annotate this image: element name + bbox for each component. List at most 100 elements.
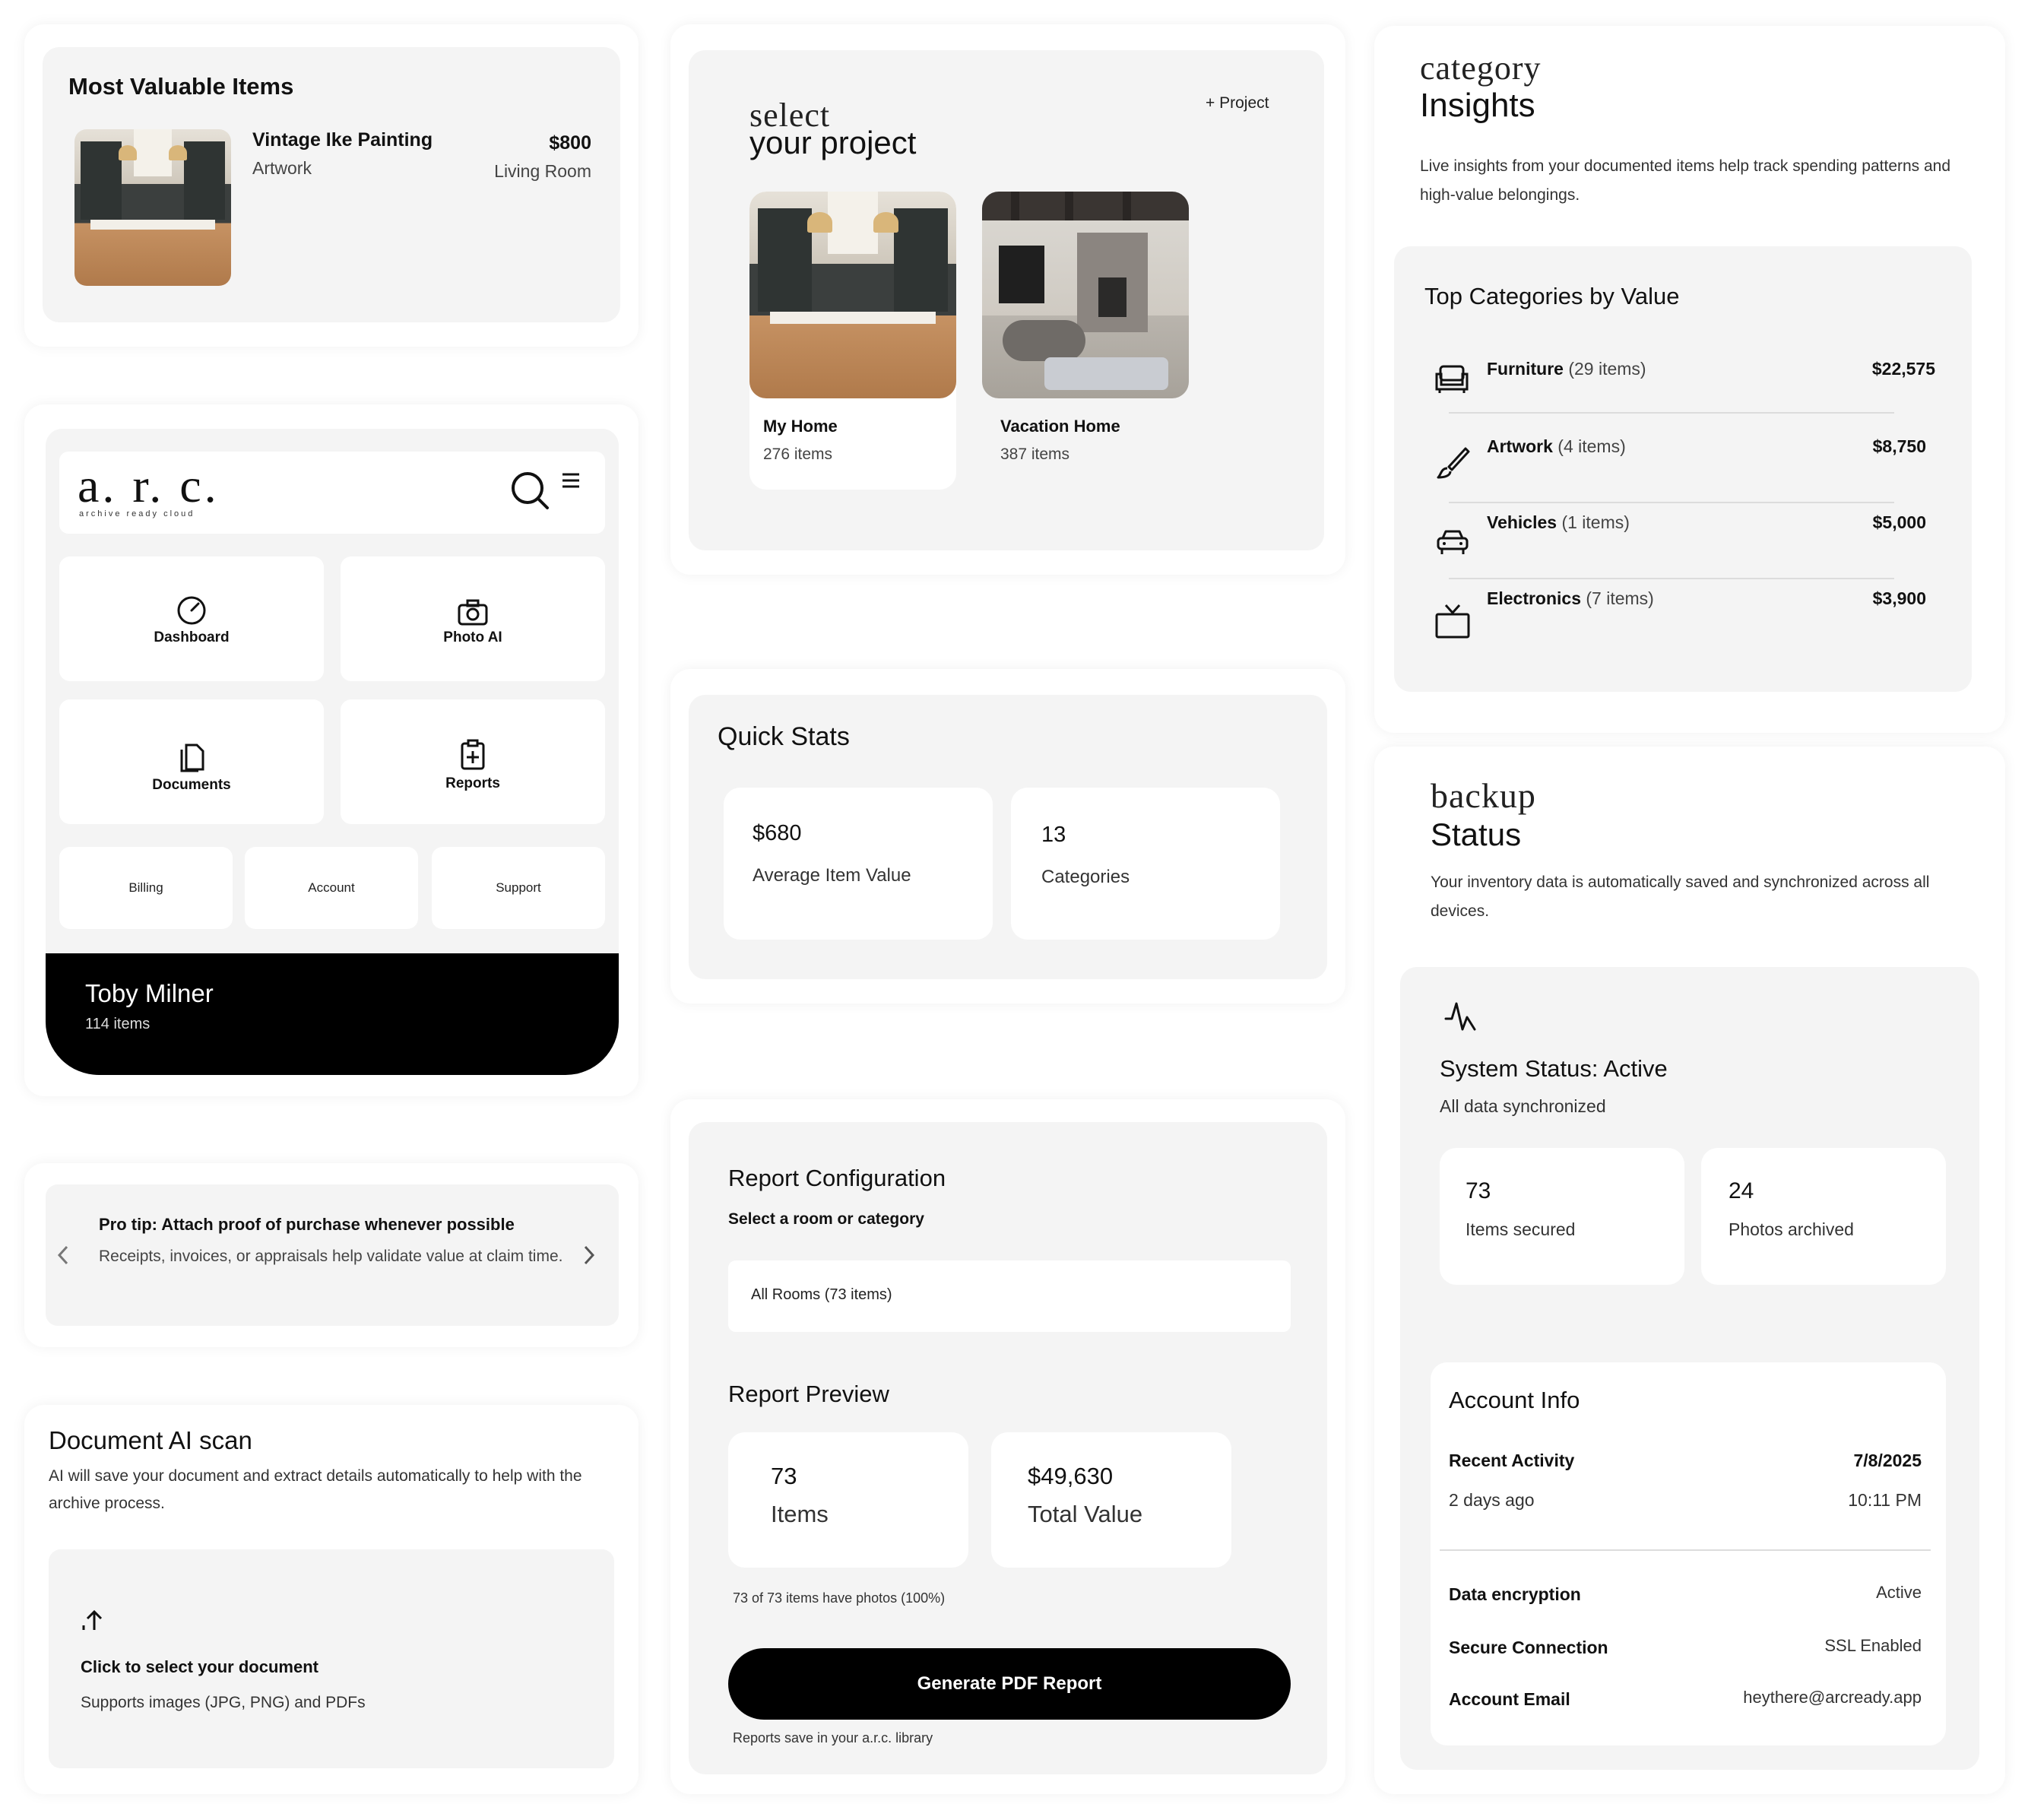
system-status-card: System Status: Active All data synchroni… [1400, 967, 1979, 1770]
preview-card-total: $49,630 Total Value [991, 1432, 1231, 1568]
car-icon [1437, 530, 1469, 554]
room-select-value: All Rooms (73 items) [751, 1286, 892, 1303]
chevron-right-icon[interactable] [582, 1244, 596, 1267]
user-name: Toby Milner [85, 979, 214, 1007]
menu-icon[interactable] [561, 471, 581, 491]
category-name: Furniture [1487, 359, 1564, 379]
upload-icon [82, 1609, 103, 1630]
chevron-left-icon[interactable] [56, 1244, 70, 1267]
upload-subtitle: Supports images (JPG, PNG) and PDFs [81, 1694, 366, 1711]
stat-card-photos-archived: 24 Photos archived [1701, 1148, 1946, 1285]
project-name: Vacation Home [1000, 417, 1120, 436]
account-info-divider [1440, 1549, 1931, 1551]
preview-card-items: 73 Items [728, 1432, 968, 1568]
doc-scan-description: AI will save your document and extract d… [49, 1467, 582, 1512]
stat-card-categories: 13 Categories [1011, 788, 1280, 940]
stat-label: Categories [1041, 867, 1130, 887]
category-count: (7 items) [1581, 588, 1654, 608]
account-link[interactable]: Account [245, 847, 418, 929]
insights-heading-light: category [1420, 49, 1542, 87]
item-photo[interactable] [74, 129, 231, 286]
category-insights-panel: category Insights Live insights from you… [1374, 26, 2005, 733]
category-row-electronics[interactable]: Electronics (7 items) $3,900 [1487, 588, 1926, 609]
most-valuable-panel: Most Valuable Items Vintage Ike Painting… [24, 24, 639, 347]
sync-status-text: All data synchronized [1440, 1096, 1606, 1116]
project-card-vacation-home[interactable]: Vacation Home 387 items [982, 192, 1189, 490]
account-info-card: Account Info Recent Activity 7/8/2025 2 … [1431, 1362, 1946, 1745]
item-category: Artwork [252, 158, 312, 178]
quick-stats-title: Quick Stats [718, 722, 850, 751]
backup-heading-light: backup [1431, 776, 1536, 815]
upload-dropzone[interactable]: Click to select your document Supports i… [49, 1549, 614, 1768]
item-room: Living Room [494, 161, 591, 181]
category-name: Electronics [1487, 588, 1581, 608]
account-email-label: Account Email [1449, 1689, 1570, 1709]
insights-description: Live insights from your documented items… [1420, 157, 1951, 204]
dashboard-tile[interactable]: Dashboard [59, 556, 324, 681]
pro-tip-card: Pro tip: Attach proof of purchase whenev… [46, 1184, 619, 1326]
report-config-card: Report Configuration Select a room or ca… [689, 1122, 1327, 1774]
report-config-panel: Report Configuration Select a room or ca… [670, 1099, 1345, 1794]
item-value: $800 [549, 132, 591, 154]
stat-value: 73 [1466, 1178, 1491, 1203]
documents-tile[interactable]: Documents [59, 699, 324, 824]
project-name: My Home [763, 417, 838, 436]
category-value: $8,750 [1872, 436, 1926, 456]
billing-link[interactable]: Billing [59, 847, 233, 929]
most-valuable-card: Most Valuable Items Vintage Ike Painting… [43, 47, 620, 322]
stat-value: 24 [1729, 1178, 1754, 1203]
category-divider [1449, 578, 1894, 579]
category-count: (29 items) [1563, 359, 1646, 379]
generate-pdf-button[interactable]: Generate PDF Report [728, 1648, 1291, 1720]
backup-heading-bold: Status [1431, 816, 1522, 852]
doc-scan-title: Document AI scan [49, 1426, 252, 1454]
pro-tip-body: Receipts, invoices, or appraisals help v… [99, 1248, 563, 1265]
system-status-title: System Status: Active [1440, 1055, 1668, 1082]
quick-stats-panel: Quick Stats $680 Average Item Value 13 C… [670, 669, 1345, 1004]
photo-ai-tile[interactable]: Photo AI [341, 556, 605, 681]
arc-logo[interactable]: a. r. c. [78, 458, 220, 514]
user-items: 114 items [85, 1016, 151, 1032]
add-project-button[interactable]: + Project [1206, 94, 1269, 113]
reports-tile[interactable]: Reports [341, 699, 605, 824]
support-link[interactable]: Support [432, 847, 605, 929]
select-project-card: select your project + Project My Home 27… [689, 50, 1324, 550]
stat-card-items-secured: 73 Items secured [1440, 1148, 1684, 1285]
report-icon [461, 739, 485, 770]
stat-label: Items secured [1466, 1219, 1576, 1239]
my-home-photo [749, 192, 956, 398]
preview-label: Total Value [1028, 1501, 1143, 1527]
doc-scan-panel: Document AI scan AI will save your docum… [24, 1405, 639, 1794]
report-preview-title: Report Preview [728, 1381, 889, 1407]
camera-icon [458, 599, 488, 626]
room-select[interactable]: All Rooms (73 items) [728, 1260, 1291, 1332]
project-card-my-home[interactable]: My Home 276 items [749, 192, 956, 490]
category-divider [1449, 502, 1894, 503]
reports-footer-note: Reports save in your a.r.c. library [733, 1730, 933, 1745]
data-encryption-label: Data encryption [1449, 1584, 1581, 1604]
pro-tip-title: Pro tip: Attach proof of purchase whenev… [99, 1215, 515, 1234]
arc-logo-tagline: archive ready cloud [79, 509, 195, 518]
quick-stats-card: Quick Stats $680 Average Item Value 13 C… [689, 695, 1327, 979]
category-name: Vehicles [1487, 512, 1557, 532]
user-footer[interactable]: Toby Milner 114 items [46, 953, 619, 1075]
app-header: a. r. c. archive ready cloud [59, 452, 605, 534]
item-name[interactable]: Vintage Ike Painting [252, 129, 433, 151]
stat-value: 13 [1041, 823, 1066, 847]
category-row-furniture[interactable]: Furniture (29 items) $22,575 [1487, 359, 1935, 379]
stat-label: Photos archived [1729, 1219, 1854, 1239]
account-email-value[interactable]: heythere@arcready.app [1743, 1688, 1922, 1707]
app-menu-panel: a. r. c. archive ready cloud Dashboard P… [24, 404, 639, 1096]
pro-tip-panel: Pro tip: Attach proof of purchase whenev… [24, 1163, 639, 1347]
gauge-icon [177, 596, 206, 625]
search-icon[interactable] [509, 470, 552, 512]
category-row-vehicles[interactable]: Vehicles (1 items) $5,000 [1487, 512, 1926, 533]
activity-icon [1444, 1002, 1476, 1031]
insights-heading-bold: Insights [1420, 87, 1535, 124]
report-config-title: Report Configuration [728, 1165, 946, 1191]
category-row-artwork[interactable]: Artwork (4 items) $8,750 [1487, 436, 1926, 457]
most-valuable-title: Most Valuable Items [68, 73, 294, 100]
backup-status-panel: backup Status Your inventory data is aut… [1374, 747, 2005, 1794]
account-info-title: Account Info [1449, 1387, 1580, 1413]
select-project-panel: select your project + Project My Home 27… [670, 24, 1345, 575]
